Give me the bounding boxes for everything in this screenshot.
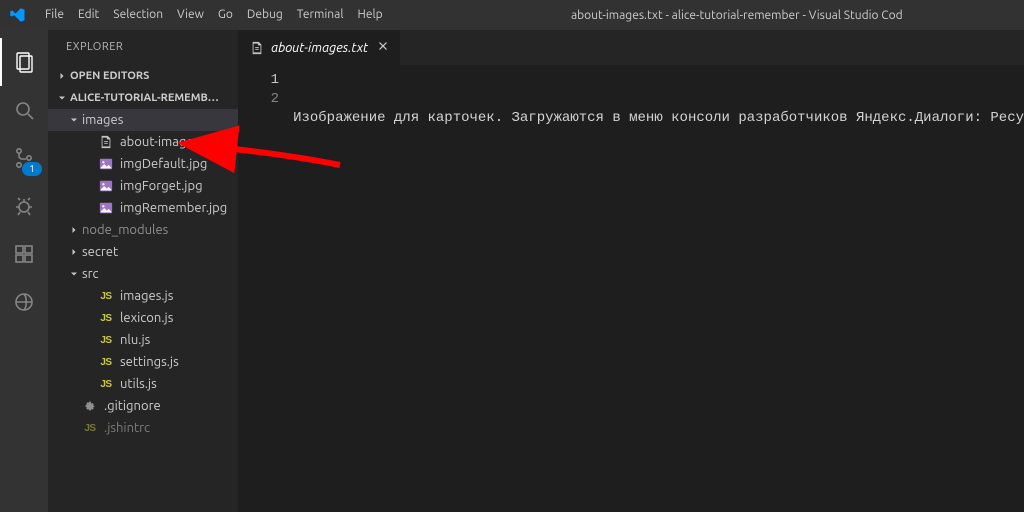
file-label: lexicon.js	[120, 311, 173, 325]
gear-icon	[82, 398, 98, 414]
tab-about-images[interactable]: about-images.txt	[239, 30, 401, 65]
folder-src[interactable]: src	[48, 263, 238, 285]
editor-tabs: about-images.txt	[239, 30, 1024, 65]
project-root-label: ALICE-TUTORIAL-REMEMB…	[70, 92, 219, 104]
folder-label: secret	[82, 245, 118, 259]
file-label: utils.js	[120, 377, 157, 391]
menu-view[interactable]: View	[170, 0, 211, 30]
menu-file[interactable]: File	[38, 0, 71, 30]
editor-content[interactable]: 1 2 Изображение для карточек. Загружаютс…	[239, 65, 1024, 512]
activity-explorer[interactable]	[0, 38, 48, 86]
title-bar: File Edit Selection View Go Debug Termin…	[0, 0, 1024, 30]
section-open-editors[interactable]: OPEN EDITORS	[48, 65, 238, 87]
file-image-icon	[98, 178, 114, 194]
window-title: about-images.txt - alice-tutorial-rememb…	[390, 9, 1024, 22]
line-number: 1	[239, 71, 279, 90]
editor-area: about-images.txt 1 2 Изображение для кар…	[239, 30, 1024, 512]
menu-terminal[interactable]: Terminal	[290, 0, 351, 30]
file-label: images.js	[120, 289, 173, 303]
file-tree: OPEN EDITORS ALICE-TUTORIAL-REMEMB… imag…	[48, 65, 238, 512]
menu-debug[interactable]: Debug	[240, 0, 290, 30]
code[interactable]: Изображение для карточек. Загружаются в …	[293, 71, 1024, 512]
gutter: 1 2	[239, 71, 293, 512]
sidebar: EXPLORER OPEN EDITORS ALICE-TUTORIAL-REM…	[48, 30, 239, 512]
file-js-icon: JS	[98, 376, 114, 392]
file-js-icon: JS	[98, 288, 114, 304]
chevron-right-icon	[66, 224, 82, 236]
menu-edit[interactable]: Edit	[71, 0, 106, 30]
activity-search[interactable]	[0, 86, 48, 134]
activity-remote[interactable]	[0, 278, 48, 326]
close-icon[interactable]	[376, 39, 390, 56]
file-images-js[interactable]: · JS images.js	[48, 285, 238, 307]
file-js-icon: JS	[98, 332, 114, 348]
activity-bar: 1	[0, 30, 48, 512]
file-js-icon: JS	[82, 420, 98, 436]
file-gitignore[interactable]: · .gitignore	[48, 395, 238, 417]
file-label: imgDefault.jpg	[120, 157, 207, 171]
chevron-down-icon	[54, 92, 70, 104]
file-label: .jshintrc	[104, 421, 150, 435]
file-settings-js[interactable]: · JS settings.js	[48, 351, 238, 373]
folder-secret[interactable]: secret	[48, 241, 238, 263]
file-label: imgForget.jpg	[120, 179, 203, 193]
chevron-down-icon	[66, 268, 82, 280]
file-image-icon	[98, 156, 114, 172]
file-label: .gitignore	[104, 399, 161, 413]
open-editors-label: OPEN EDITORS	[70, 70, 149, 82]
scm-badge: 1	[22, 162, 42, 176]
file-imgdefault[interactable]: · imgDefault.jpg	[48, 153, 238, 175]
folder-images-label: images	[82, 113, 123, 127]
section-project-root[interactable]: ALICE-TUTORIAL-REMEMB…	[48, 87, 238, 109]
activity-extensions[interactable]	[0, 230, 48, 278]
file-js-icon: JS	[98, 310, 114, 326]
tab-label: about-images.txt	[271, 41, 368, 55]
file-utils-js[interactable]: · JS utils.js	[48, 373, 238, 395]
file-imgremember[interactable]: · imgRemember.jpg	[48, 197, 238, 219]
chevron-right-icon	[66, 246, 82, 258]
file-text-icon	[249, 40, 265, 56]
file-nlu-js[interactable]: · JS nlu.js	[48, 329, 238, 351]
code-line: Изображение для карточек. Загружаются в …	[293, 109, 1024, 128]
file-label: settings.js	[120, 355, 179, 369]
folder-images[interactable]: images	[48, 109, 238, 131]
file-label: nlu.js	[120, 333, 150, 347]
file-label: about-images.txt	[120, 135, 219, 149]
file-about-images[interactable]: · about-images.txt	[48, 131, 238, 153]
chevron-right-icon	[54, 70, 70, 82]
activity-debug[interactable]	[0, 182, 48, 230]
code-line	[293, 166, 1024, 185]
vscode-logo-icon	[8, 6, 26, 24]
file-text-icon	[98, 134, 114, 150]
file-jshintrc[interactable]: · JS .jshintrc	[48, 417, 238, 439]
line-number: 2	[239, 90, 279, 109]
menu-help[interactable]: Help	[350, 0, 389, 30]
file-lexicon-js[interactable]: · JS lexicon.js	[48, 307, 238, 329]
folder-label: node_modules	[82, 223, 168, 237]
file-label: imgRemember.jpg	[120, 201, 227, 215]
file-imgforget[interactable]: · imgForget.jpg	[48, 175, 238, 197]
menu-go[interactable]: Go	[211, 0, 240, 30]
menu-selection[interactable]: Selection	[106, 0, 170, 30]
activity-source-control[interactable]: 1	[0, 134, 48, 182]
file-js-icon: JS	[98, 354, 114, 370]
chevron-down-icon	[66, 114, 82, 126]
folder-label: src	[82, 267, 99, 281]
folder-node-modules[interactable]: node_modules	[48, 219, 238, 241]
sidebar-title: EXPLORER	[48, 30, 238, 65]
file-image-icon	[98, 200, 114, 216]
